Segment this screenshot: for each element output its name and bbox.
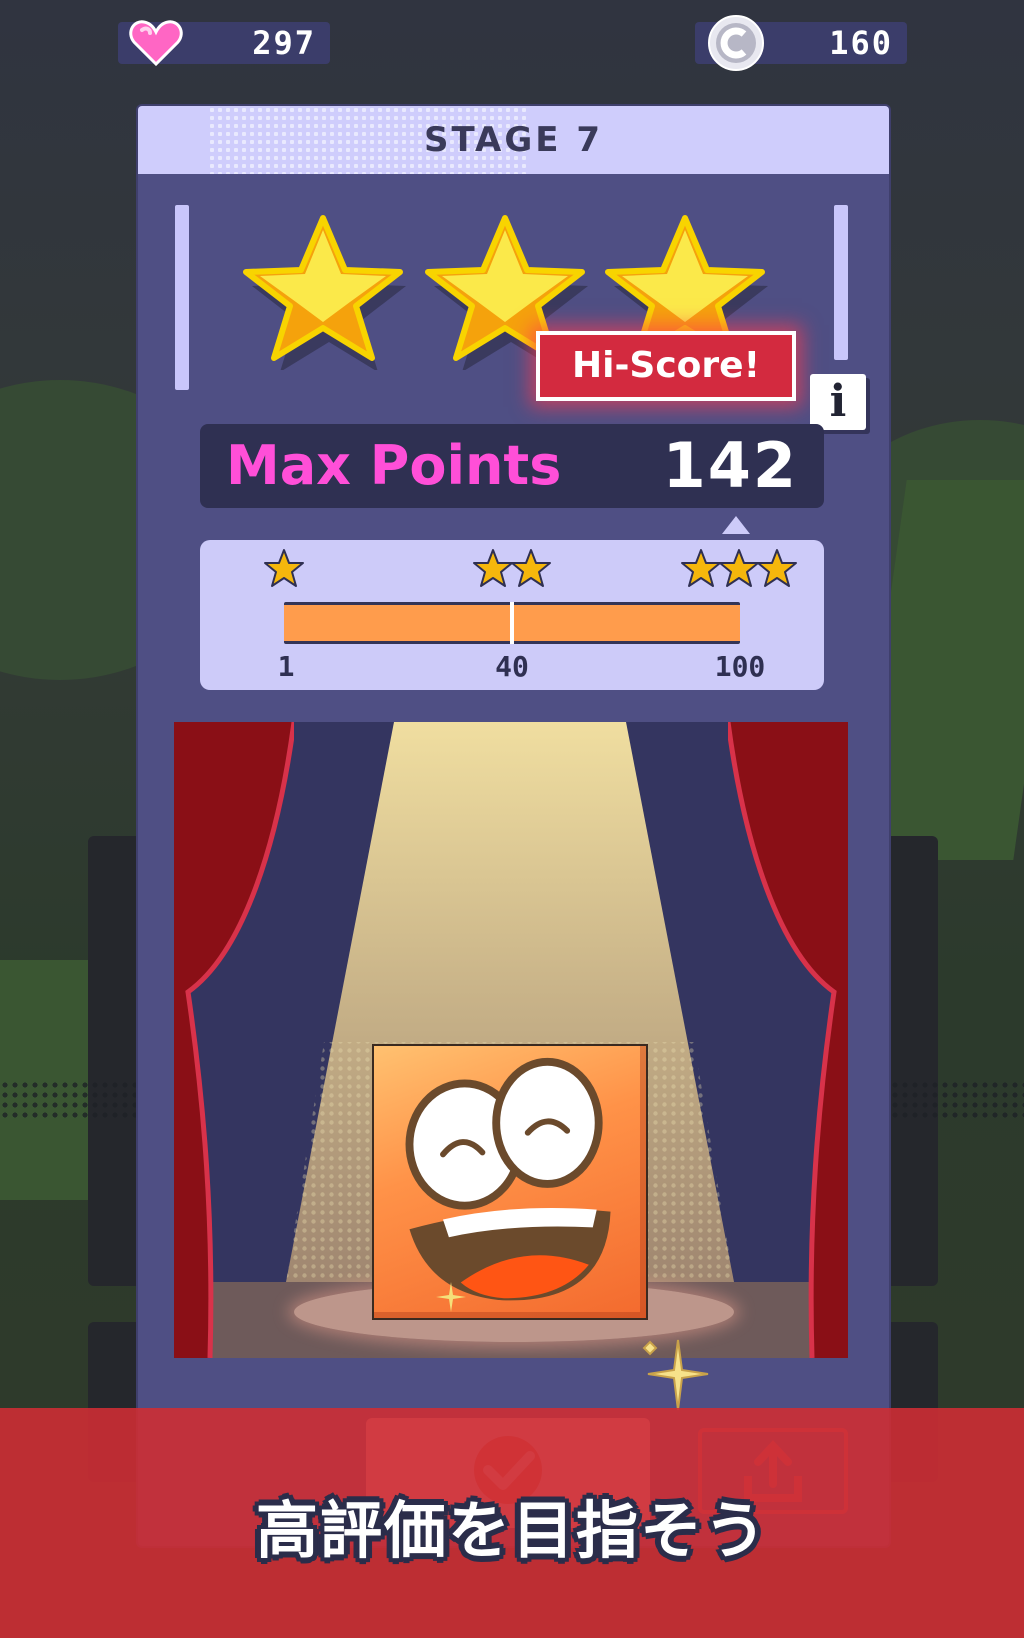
info-button[interactable]: i: [810, 374, 866, 430]
coins-value: 160: [829, 24, 893, 62]
lives-value: 297: [252, 24, 316, 62]
star-threshold-panel: 1 40 100: [200, 540, 824, 690]
threshold-1-label: 1: [277, 650, 295, 683]
hiscore-badge: Hi-Score!: [536, 331, 796, 401]
left-deco-bar: [175, 205, 189, 390]
right-curtain: [728, 722, 848, 1358]
points-progress-bar: [284, 602, 740, 644]
threshold-3-label: 100: [714, 650, 766, 683]
happy-face-icon: [405, 1057, 611, 1301]
character-block: [372, 1044, 648, 1320]
heart-icon: [129, 20, 183, 67]
max-points-value: 142: [662, 429, 798, 502]
star-icon-1: [243, 215, 406, 370]
right-deco-bar: [834, 205, 848, 360]
threshold-3-star-icon: [681, 549, 721, 587]
dialog-header: STAGE 7: [138, 106, 889, 174]
threshold-1-star-icon: [264, 549, 304, 587]
coins-counter: 160: [695, 15, 907, 71]
stage-title: STAGE 7: [424, 120, 603, 160]
coin-icon: [708, 15, 764, 71]
threshold-3-star-icon: [719, 549, 759, 587]
max-points-label: Max Points: [226, 434, 562, 497]
progress-pointer: [722, 516, 750, 534]
sparkle-icon-large: [642, 1339, 709, 1411]
lives-counter: 297: [118, 20, 330, 67]
promo-banner-text: 高評価を目指そう: [255, 1494, 768, 1567]
stage-scene: [174, 722, 848, 1358]
left-curtain: [174, 722, 294, 1358]
sparkle-icon: [436, 1282, 466, 1312]
threshold-2-star-icon: [473, 549, 513, 587]
threshold-2-label: 40: [495, 650, 529, 683]
threshold-3-star-icon: [757, 549, 797, 587]
max-points-panel: Max Points 142: [200, 424, 824, 508]
info-icon: i: [829, 376, 847, 427]
threshold-2-star-icon: [511, 549, 551, 587]
progress-divider: [510, 602, 514, 644]
